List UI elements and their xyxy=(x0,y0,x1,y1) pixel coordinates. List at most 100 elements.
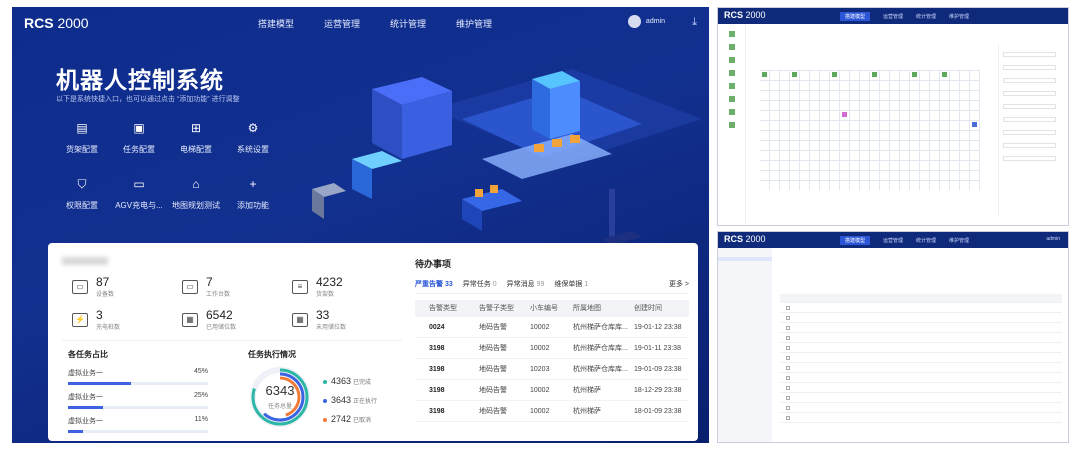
donut-total-label: 任务总量 xyxy=(267,404,292,410)
task-ratio-panel: 各任务占比 虚拟业务一 45% 虚拟业务一 25% 虚拟业务一 11% xyxy=(68,349,208,433)
blurred-title xyxy=(62,257,108,265)
stat-label: 未用储位数 xyxy=(316,325,347,331)
ratio-bar xyxy=(68,382,208,385)
thumbnail-sidebar xyxy=(718,248,772,442)
tab-maintenance-order[interactable]: 维保单据 1 xyxy=(554,279,588,289)
map-grid xyxy=(760,70,980,190)
task-exec-panel: 任务执行情况 6343 任务总量 4363 已完成 3643 正在执行 2742 已取… xyxy=(248,349,408,427)
stat-value: 87 xyxy=(96,275,110,289)
quick-link-label: 系统设置 xyxy=(237,145,269,154)
charger-icon: ⚡ xyxy=(72,312,88,327)
quick-link-map-test[interactable]: ⌂ 地图规划测试 xyxy=(170,177,222,211)
nav-item-statistics[interactable]: 统计管理 xyxy=(390,17,426,30)
shelf-icon: ▤ xyxy=(76,121,88,135)
table-row[interactable]: 3198 地码告警 10203 杭州梯萨仓库库... 19-01-09 23:38 xyxy=(415,359,689,380)
table-row xyxy=(780,344,1062,353)
ratio-bar xyxy=(68,406,208,409)
table-row xyxy=(780,354,1062,363)
table-row xyxy=(780,404,1062,413)
nav-item-model[interactable]: 搭建模型 xyxy=(258,17,294,30)
tab-abnormal-task[interactable]: 异常任务 0 xyxy=(463,279,497,289)
quick-link-elevator[interactable]: ⊞ 电梯配置 xyxy=(170,121,222,155)
thumbnail-properties-panel xyxy=(998,44,1060,215)
ratio-item: 虚拟业务一 45% xyxy=(68,368,208,385)
stat-value: 4232 xyxy=(316,275,343,289)
quick-link-label: 添加功能 xyxy=(237,201,269,210)
ratio-bar xyxy=(68,430,208,433)
todo-panel: 待办事项 严重告警 33 异常任务 0 异常消息 99 维保单据 1 更多 > … xyxy=(415,257,689,422)
logo-number: 2000 xyxy=(57,15,89,31)
device-icon: ▭ xyxy=(72,279,88,294)
stats-grid: ▭ 87 设备数 ▭ 7 工作台数 ≡ 4232 货架数 ⚡ 3 充电桩数 ▦ 6542 已用储位数… xyxy=(72,275,402,331)
monitor-icon: ▭ xyxy=(182,279,198,294)
quick-link-label: 电梯配置 xyxy=(180,145,212,154)
thumbnail-user: admin xyxy=(1046,236,1060,242)
stat-label: 已用储位数 xyxy=(206,325,237,331)
download-icon[interactable]: ⤓ xyxy=(692,16,697,29)
warehouse-illustration xyxy=(312,69,702,245)
quick-link-permission[interactable]: ⛉ 权限配置 xyxy=(56,177,108,211)
list-management-thumbnail: RCS 2000 搭建模型 运营管理 统计管理 维护管理 admin xyxy=(717,231,1069,443)
quick-link-label: AGV充电与... xyxy=(115,201,163,210)
tab-abnormal-message[interactable]: 异常消息 99 xyxy=(507,279,545,289)
todo-tabs: 严重告警 33 异常任务 0 异常消息 99 维保单据 1 更多 > xyxy=(415,279,689,294)
ratio-value: 45% xyxy=(193,368,208,375)
ratio-label: 虚拟业务一 xyxy=(68,370,103,377)
dashboard-window: RCS 2000 搭建模型 运营管理 统计管理 维护管理 admin ⤓ 机器人… xyxy=(12,7,709,443)
table-row[interactable]: 3198 地码告警 10002 杭州梯萨 18-01-09 23:38 xyxy=(415,401,689,422)
nav-item-operations[interactable]: 运营管理 xyxy=(324,17,360,30)
grid-icon: ▦ xyxy=(182,312,198,327)
table-row xyxy=(780,324,1062,333)
table-row[interactable]: 3198 地码告警 10002 杭州梯萨 18-12-29 23:38 xyxy=(415,380,689,401)
task-exec-title: 任务执行情况 xyxy=(248,350,296,359)
page-title: 机器人控制系统 xyxy=(56,67,224,93)
quick-link-shelf[interactable]: ▤ 货架配置 xyxy=(56,121,108,155)
tab-critical-alarm[interactable]: 严重告警 33 xyxy=(415,279,453,289)
quick-link-task[interactable]: ▣ 任务配置 xyxy=(113,121,165,155)
thumbnail-logo: RCS 2000 xyxy=(724,10,766,20)
stat-unused-slots: ▦ 33 未用储位数 xyxy=(292,308,402,331)
table-row xyxy=(780,394,1062,403)
ratio-item: 虚拟业务一 25% xyxy=(68,392,208,409)
elevator-icon: ⊞ xyxy=(190,121,202,135)
stat-value: 3 xyxy=(96,308,103,322)
battery-icon: ▭ xyxy=(133,177,145,191)
nav-item-maintenance[interactable]: 维护管理 xyxy=(456,17,492,30)
table-row xyxy=(780,414,1062,423)
grid-icon: ▦ xyxy=(292,312,308,327)
task-icon: ▣ xyxy=(133,121,145,135)
user-name: admin xyxy=(645,18,665,25)
page-subtitle: 以下是系统快捷入口，也可以通过点击 “添加功能” 进行调整 xyxy=(56,96,240,103)
table-row[interactable]: 3198 地码告警 10002 杭州梯萨仓库库... 19-01-11 23:38 xyxy=(415,338,689,359)
quick-links: ▤ 货架配置 ▣ 任务配置 ⊞ 电梯配置 ⚙ 系统设置 ⛉ 权限配置 ▭ AGV充电与...… xyxy=(56,121,279,211)
todo-title: 待办事项 xyxy=(415,259,452,269)
user-menu[interactable]: admin xyxy=(627,15,665,28)
stat-value: 7 xyxy=(206,275,213,289)
ratio-label: 虚拟业务一 xyxy=(68,418,103,425)
table-row[interactable]: 0024 地码告警 10002 杭州梯萨仓库库... 19-01-12 23:38 xyxy=(415,317,689,338)
logo-text: RCS xyxy=(24,15,54,31)
quick-link-label: 地图规划测试 xyxy=(172,201,220,210)
ratio-item: 虚拟业务一 11% xyxy=(68,416,208,433)
quick-link-add[interactable]: + 添加功能 xyxy=(227,177,279,211)
donut-legend: 4363 已完成 3643 正在执行 2742 已取消 xyxy=(323,373,377,430)
quick-link-agv-charge[interactable]: ▭ AGV充电与... xyxy=(113,177,165,211)
table-row xyxy=(780,364,1062,373)
avatar xyxy=(627,15,641,28)
thumbnail-topbar: RCS 2000 搭建模型 运营管理 统计管理 维护管理 xyxy=(718,8,1068,24)
divider xyxy=(62,340,402,341)
table-row xyxy=(780,374,1062,383)
thumbnail-tool-sidebar xyxy=(718,24,746,225)
legend-item-cancelled: 2742 已取消 xyxy=(323,411,377,430)
quick-link-settings[interactable]: ⚙ 系统设置 xyxy=(227,121,279,155)
stat-value: 33 xyxy=(316,308,330,322)
stat-label: 设备数 xyxy=(96,292,115,298)
stat-devices: ▭ 87 设备数 xyxy=(72,275,182,298)
thumbnail-nav: 搭建模型 运营管理 统计管理 维护管理 xyxy=(840,12,969,21)
legend-item-completed: 4363 已完成 xyxy=(323,373,377,392)
more-link[interactable]: 更多 > xyxy=(669,279,689,289)
thumbnail-logo: RCS 2000 xyxy=(724,234,766,244)
stat-chargers: ⚡ 3 充电桩数 xyxy=(72,308,182,331)
table-row xyxy=(780,384,1062,393)
quick-link-label: 货架配置 xyxy=(66,145,98,154)
